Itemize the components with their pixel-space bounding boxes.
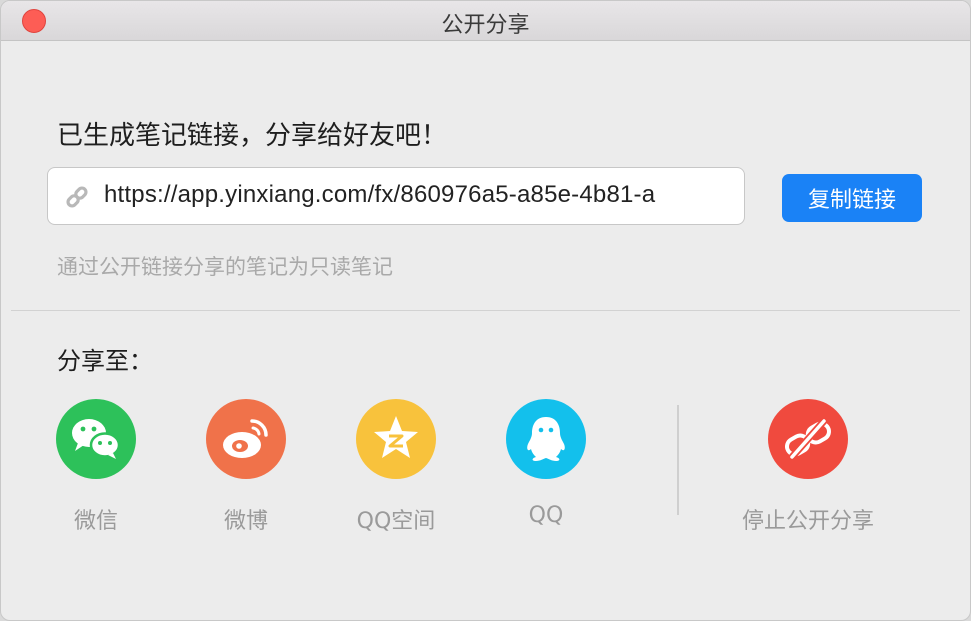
heading: 已生成笔记链接，分享给好友吧！ <box>57 121 448 151</box>
readonly-note: 通过公开链接分享的笔记为只读笔记 <box>57 255 393 279</box>
share-to-label: 分享至： <box>57 347 153 375</box>
share-label-qq: QQ <box>528 503 564 528</box>
share-wechat[interactable]: 微信 <box>56 399 136 534</box>
link-field[interactable]: https://app.yinxiang.com/fx/860976a5-a85… <box>47 167 745 225</box>
link-url[interactable]: https://app.yinxiang.com/fx/860976a5-a85… <box>104 181 655 209</box>
vertical-divider <box>677 405 679 515</box>
titlebar: 公开分享 <box>1 1 970 41</box>
weibo-icon <box>206 399 286 479</box>
stop-share-label: 停止公开分享 <box>741 509 874 534</box>
share-qzone[interactable]: QQ空间 <box>356 399 436 534</box>
qzone-icon <box>356 399 436 479</box>
share-dialog: 公开分享 已生成笔记链接，分享给好友吧！ https://app.yinxian… <box>0 0 971 621</box>
share-weibo[interactable]: 微博 <box>206 399 286 534</box>
share-qq[interactable]: QQ <box>506 399 586 528</box>
wechat-icon <box>56 399 136 479</box>
copy-link-button[interactable]: 复制链接 <box>782 174 922 222</box>
unlink-icon <box>768 399 848 479</box>
stop-share-button[interactable]: 停止公开分享 <box>742 399 874 534</box>
qq-icon <box>506 399 586 479</box>
divider <box>11 310 960 311</box>
link-icon <box>64 184 90 210</box>
window-title: 公开分享 <box>441 13 530 38</box>
